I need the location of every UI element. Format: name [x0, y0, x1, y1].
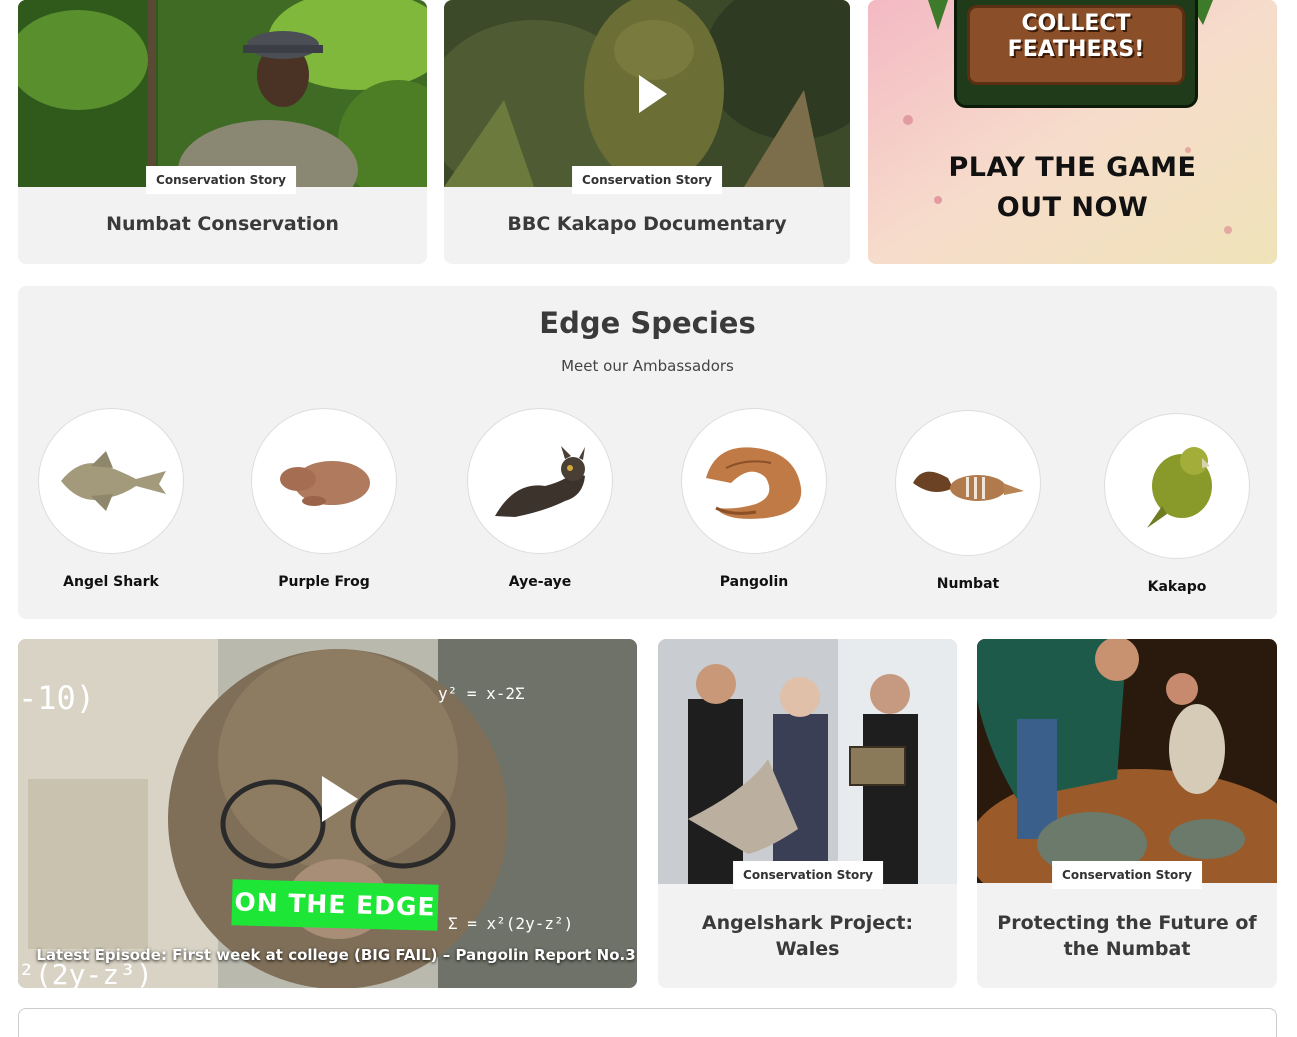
game-title[interactable]: PLAY THE GAME OUT NOW [868, 148, 1277, 228]
story-card-angelshark[interactable]: Conservation Story Angelshark Project: W… [658, 639, 957, 988]
card-title[interactable]: Angelshark Project: Wales [658, 910, 957, 962]
species-name[interactable]: Numbat [895, 576, 1041, 592]
pangolin-icon [706, 447, 802, 519]
card-title[interactable]: Numbat Conservation [18, 211, 427, 237]
species-numbat[interactable]: Numbat [895, 410, 1041, 592]
next-section-container [18, 1008, 1277, 1037]
svg-text:Σ = x²(2y-z²): Σ = x²(2y-z²) [448, 914, 573, 933]
game-title-line: PLAY THE GAME [948, 152, 1197, 183]
species-image[interactable] [467, 408, 613, 554]
species-aye-aye[interactable]: Aye-aye [467, 408, 613, 590]
species-angel-shark[interactable]: Angel Shark [38, 408, 184, 590]
collect-feathers-badge: COLLECT FEATHERS! [954, 0, 1198, 108]
svg-text:y² = x-2Σ: y² = x-2Σ [438, 684, 525, 703]
species-image[interactable] [895, 410, 1041, 556]
svg-text:-10): -10) [18, 679, 95, 717]
card-title[interactable]: BBC Kakapo Documentary [444, 211, 850, 237]
play-icon[interactable] [639, 75, 667, 113]
story-card-bbc-kakapo[interactable]: Conservation Story BBC Kakapo Documentar… [444, 0, 850, 264]
species-kakapo[interactable]: Kakapo [1104, 413, 1250, 595]
purple-frog-icon [280, 461, 370, 506]
game-title-line: OUT NOW [996, 192, 1149, 223]
conservation-story-tag: Conservation Story [1052, 861, 1202, 889]
episode-caption[interactable]: Latest Episode: First week at college (B… [18, 946, 654, 964]
story-card-numbat-future[interactable]: Conservation Story Protecting the Future… [977, 639, 1277, 988]
episode-video-card[interactable]: -10) y² = x-2Σ Σ = x²(2y-z²) ²(2y-z³) [18, 639, 637, 988]
species-image[interactable] [1104, 413, 1250, 559]
species-name[interactable]: Angel Shark [38, 574, 184, 590]
kakapo-icon [1147, 447, 1212, 528]
section-title: Edge Species [539, 306, 756, 340]
edge-species-section: Edge Species Meet our Ambassadors Angel … [18, 286, 1277, 619]
badge-line: COLLECT [1021, 11, 1131, 36]
conservation-story-tag: Conservation Story [146, 166, 296, 194]
angelshark-project-photo [658, 639, 957, 884]
species-image[interactable] [251, 408, 397, 554]
card-title[interactable]: Protecting the Future of the Numbat [977, 910, 1277, 962]
numbat-conservation-photo [18, 0, 427, 187]
species-name[interactable]: Kakapo [1104, 579, 1250, 595]
conservation-story-tag: Conservation Story [572, 166, 722, 194]
story-card-numbat-conservation[interactable]: Conservation Story Numbat Conservation [18, 0, 427, 264]
numbat-icon [913, 471, 1024, 501]
section-subtitle: Meet our Ambassadors [561, 357, 734, 375]
species-pangolin[interactable]: Pangolin [681, 408, 827, 590]
badge-line: FEATHERS! [1007, 37, 1145, 62]
conservation-story-tag: Conservation Story [733, 861, 883, 889]
species-name[interactable]: Pangolin [681, 574, 827, 590]
game-promo-card[interactable]: COLLECT FEATHERS! PLAY THE GAME OUT NOW [868, 0, 1277, 264]
aye-aye-icon [495, 446, 585, 517]
species-name[interactable]: Aye-aye [467, 574, 613, 590]
on-the-edge-badge: ON THE EDGE [231, 879, 439, 931]
numbat-field-photo [977, 639, 1277, 883]
play-icon[interactable] [322, 776, 358, 822]
angel-shark-icon [61, 451, 166, 511]
species-name[interactable]: Purple Frog [251, 574, 397, 590]
species-image[interactable] [681, 408, 827, 554]
species-image[interactable] [38, 408, 184, 554]
species-purple-frog[interactable]: Purple Frog [251, 408, 397, 590]
